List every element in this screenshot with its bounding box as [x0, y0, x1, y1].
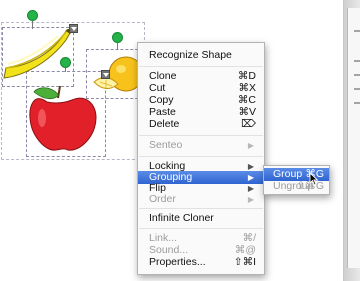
pointer-cursor-icon — [309, 172, 319, 186]
menu-item-label: Infinite Cloner — [149, 212, 214, 224]
menu-separator — [139, 135, 263, 136]
menu-item-infinite-cloner[interactable]: Infinite Cloner — [138, 212, 264, 225]
banana-rotate-handle-icon[interactable] — [27, 10, 38, 21]
menu-item-senteo[interactable]: Senteo ▶ — [138, 139, 264, 152]
menu-item-label: Senteo — [149, 139, 183, 151]
menu-item-label: Order — [149, 193, 176, 205]
side-panel-mark — [354, 74, 360, 76]
menu-separator — [139, 228, 263, 229]
apple-shape[interactable] — [29, 85, 97, 151]
menu-item-properties[interactable]: Properties... ⇧⌘I — [138, 256, 264, 269]
menu-item-shortcut: ⇧⌘I — [233, 256, 256, 268]
menu-item-label: Properties... — [149, 256, 206, 268]
menu-item-label: Delete — [149, 118, 180, 130]
menu-separator — [139, 66, 263, 67]
lemon-menu-handle-icon[interactable] — [101, 70, 110, 79]
menu-item-label: Recognize Shape — [149, 49, 232, 61]
submenu-arrow-icon: ▶ — [247, 141, 254, 150]
banana-menu-handle-icon[interactable] — [69, 24, 78, 33]
menu-item-shortcut: ⌦ — [241, 118, 256, 130]
side-panel-surface — [347, 8, 360, 268]
menu-item-order[interactable]: Order ▶ — [138, 193, 264, 206]
apple-rotate-handle-icon[interactable] — [60, 57, 71, 68]
grouping-submenu: Group ⌘G Ungroup ⇧⌘G — [263, 165, 330, 195]
side-panel-mark — [354, 102, 360, 104]
lemon-rotate-handle-icon[interactable] — [112, 32, 123, 43]
menu-separator — [139, 208, 263, 209]
context-menu: Recognize Shape Clone ⌘D Cut ⌘X Copy ⌘C Pas… — [137, 42, 265, 275]
menu-item-delete[interactable]: Delete ⌦ — [138, 118, 264, 131]
menu-separator — [139, 156, 263, 157]
submenu-item-ungroup[interactable]: Ungroup ⇧⌘G — [264, 180, 329, 193]
side-panel-mark — [354, 88, 360, 90]
submenu-arrow-icon: ▶ — [247, 195, 254, 204]
side-panel-mark — [354, 60, 360, 62]
right-side-panel — [344, 0, 360, 281]
menu-item-recognize-shape[interactable]: Recognize Shape — [138, 49, 264, 62]
side-panel-mark — [354, 30, 360, 32]
banana-shape[interactable] — [3, 27, 73, 79]
